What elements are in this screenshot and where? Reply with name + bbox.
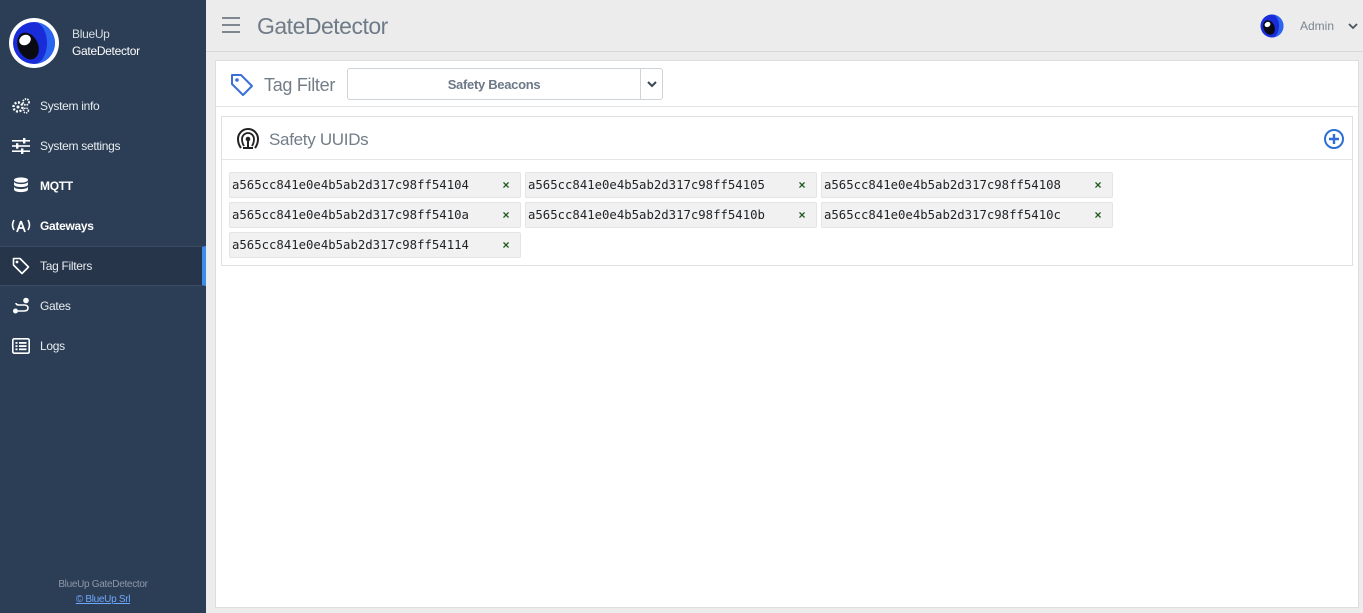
footer-copyright-link[interactable]: © BlueUp Srl xyxy=(76,594,131,605)
database-icon xyxy=(11,176,31,196)
uuid-chip: a565cc841e0e4b5ab2d317c98ff54105 × xyxy=(525,172,817,198)
uuid-value: a565cc841e0e4b5ab2d317c98ff5410a xyxy=(232,208,469,222)
sidebar-item-label: Logs xyxy=(40,339,65,353)
gears-icon xyxy=(11,96,31,116)
page-title: GateDetector xyxy=(257,13,388,39)
remove-uuid-icon[interactable]: × xyxy=(500,239,512,251)
uuid-value: a565cc841e0e4b5ab2d317c98ff5410c xyxy=(824,208,1061,222)
remove-uuid-icon[interactable]: × xyxy=(500,209,512,221)
broadcast-icon xyxy=(11,216,31,236)
sidebar-item-label: Tag Filters xyxy=(40,259,93,273)
card-title: Safety UUIDs xyxy=(269,130,369,149)
remove-uuid-icon[interactable]: × xyxy=(796,179,808,191)
hamburger-menu-icon[interactable] xyxy=(222,17,240,33)
sliders-icon xyxy=(11,136,31,156)
sidebar-item-gateways[interactable]: Gateways xyxy=(0,206,206,246)
sidebar-item-mqtt[interactable]: MQTT xyxy=(0,166,206,206)
safety-uuids-card: Safety UUIDs a565cc841e0e4b5ab2d317c98ff… xyxy=(221,116,1353,266)
tag-icon xyxy=(11,256,31,276)
sidebar: BlueUp GateDetector System info System s… xyxy=(0,0,206,613)
route-icon xyxy=(11,296,31,316)
avatar[interactable] xyxy=(1260,14,1284,38)
uuid-value: a565cc841e0e4b5ab2d317c98ff54104 xyxy=(232,178,469,192)
list-icon xyxy=(11,336,31,356)
uuid-chip: a565cc841e0e4b5ab2d317c98ff5410c × xyxy=(821,202,1113,228)
uuid-value: a565cc841e0e4b5ab2d317c98ff54105 xyxy=(528,178,765,192)
remove-uuid-icon[interactable]: × xyxy=(1092,179,1104,191)
sidebar-item-label: System info xyxy=(40,99,100,113)
main-content: Tag Filter Safety Beacons Safety UUIDs a… xyxy=(215,60,1359,608)
brand: BlueUp GateDetector xyxy=(0,0,206,86)
sidebar-item-label: System settings xyxy=(40,139,121,153)
remove-uuid-icon[interactable]: × xyxy=(500,179,512,191)
footer-product: BlueUp GateDetector xyxy=(58,579,148,590)
user-name[interactable]: Admin xyxy=(1300,19,1334,33)
remove-uuid-icon[interactable]: × xyxy=(796,209,808,221)
brand-name: BlueUp xyxy=(72,27,110,41)
topbar: GateDetector Admin xyxy=(206,0,1363,52)
tag-filter-label: Tag Filter xyxy=(264,75,336,95)
brand-logo xyxy=(9,18,59,68)
sidebar-item-label: MQTT xyxy=(40,179,73,193)
uuid-value: a565cc841e0e4b5ab2d317c98ff5410b xyxy=(528,208,765,222)
sidebar-nav: System info System settings MQTT Gateway… xyxy=(0,86,206,366)
uuid-chip: a565cc841e0e4b5ab2d317c98ff54114 × xyxy=(229,232,521,258)
chevron-down-icon[interactable] xyxy=(1347,19,1359,31)
tag-filter-row: Tag Filter Safety Beacons xyxy=(216,61,1358,107)
sidebar-item-label: Gateways xyxy=(40,219,94,233)
uuid-value: a565cc841e0e4b5ab2d317c98ff54114 xyxy=(232,238,469,252)
add-uuid-button[interactable] xyxy=(1323,128,1345,150)
uuid-chip: a565cc841e0e4b5ab2d317c98ff54108 × xyxy=(821,172,1113,198)
sidebar-footer: BlueUp GateDetector © BlueUp Srl xyxy=(0,577,206,607)
uuid-chip: a565cc841e0e4b5ab2d317c98ff5410b × xyxy=(525,202,817,228)
sidebar-item-gates[interactable]: Gates xyxy=(0,286,206,326)
uuid-chip: a565cc841e0e4b5ab2d317c98ff5410a × xyxy=(229,202,521,228)
tag-filter-select[interactable]: Safety Beacons xyxy=(347,68,663,100)
sidebar-item-system-info[interactable]: System info xyxy=(0,86,206,126)
select-value: Safety Beacons xyxy=(447,77,541,92)
sidebar-item-tag-filters[interactable]: Tag Filters xyxy=(0,246,206,286)
uuid-chip: a565cc841e0e4b5ab2d317c98ff54104 × xyxy=(229,172,521,198)
brand-product: GateDetector xyxy=(72,44,140,58)
sidebar-item-logs[interactable]: Logs xyxy=(0,326,206,366)
card-header: Safety UUIDs xyxy=(222,117,1352,160)
tag-icon xyxy=(230,73,254,97)
sidebar-item-system-settings[interactable]: System settings xyxy=(0,126,206,166)
beacon-icon xyxy=(236,127,260,151)
uuid-value: a565cc841e0e4b5ab2d317c98ff54108 xyxy=(824,178,1061,192)
remove-uuid-icon[interactable]: × xyxy=(1092,209,1104,221)
sidebar-item-label: Gates xyxy=(40,299,71,313)
chevron-down-icon[interactable] xyxy=(640,69,662,99)
